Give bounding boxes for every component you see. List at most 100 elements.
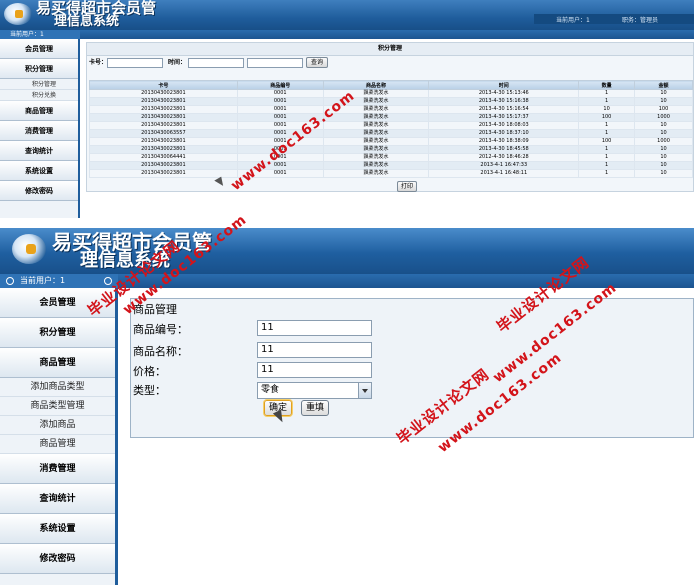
col-qty: 数量 [578,80,636,90]
goods-name-input[interactable]: 11 [257,342,372,358]
table-cell: 1 [578,169,636,178]
table-cell: 20130430023801 [89,105,238,114]
table-cell: 2013-4-30 15:16:54 [428,105,580,114]
table-header-row: 卡号 商品编号 商品名称 时间 数量 金额 [89,80,693,90]
sidebar-item-goods[interactable]: 商品管理 [0,348,115,378]
table-cell: 飘柔洗发水 [322,121,430,130]
current-user-text: 当前用户：1 [556,17,590,24]
search-button[interactable]: 查询 [306,57,328,68]
table-cell: 10 [634,161,693,170]
logo-icon [4,3,32,25]
table-row: 20130430023801 0001 飘柔洗发水 2013-4-30 15:17:3… [89,113,693,122]
table-cell: 20130430063557 [89,129,238,138]
table-cell: 10 [634,153,693,162]
sidebar-header-text: 当前用户：1 [20,276,66,285]
goods-code-input[interactable]: 11 [257,320,372,336]
table-cell: 1 [578,97,636,106]
table-cell: 2013-4-30 15:16:38 [428,97,580,106]
table-cell: 1 [578,121,636,130]
table-cell: 100 [634,105,693,114]
header-banner: 易买得超市会员管 理信息系统 当前用户：1 职务：管理员 [0,0,694,30]
time-end-input[interactable] [247,58,303,68]
sidebar-subitem-goods-type-manage[interactable]: 商品类型管理 [0,397,115,416]
goods-name-label: 商品名称： [133,345,188,358]
sidebar-item-goods[interactable]: 商品管理 [0,101,78,121]
sidebar-item-consumption[interactable]: 消费管理 [0,121,78,141]
table-row: 20130430023801 0001 飘柔洗发水 2013-4-30 15:16:3… [89,97,693,106]
sidebar-header: 当前用户：1 [0,30,80,39]
table-cell: 飘柔洗发水 [322,145,430,154]
table-cell: 20130430023801 [89,113,238,122]
sidebar-subitem-points-manage[interactable]: 积分管理 [0,79,78,90]
sidebar-item-password[interactable]: 修改密码 [0,544,115,574]
table-cell: 2012-4-30 18:46:28 [428,153,580,162]
table-cell: 10 [634,129,693,138]
table-cell: 20130430023801 [89,161,238,170]
sidebar: 会员管理 积分管理 商品管理 添加商品类型 商品类型管理 添加商品 商品管理 消… [0,288,118,585]
divider [0,218,694,228]
sidebar-item-settings[interactable]: 系统设置 [0,161,78,181]
price-input[interactable]: 11 [257,362,372,378]
table-cell: 1000 [634,113,693,122]
sidebar-item-password[interactable]: 修改密码 [0,181,78,201]
page-title: 积分管理 [87,43,693,56]
sidebar-subitem-add-goods[interactable]: 添加商品 [0,416,115,435]
sidebar-subitem-add-goods-type[interactable]: 添加商品类型 [0,378,115,397]
sidebar-item-statistics[interactable]: 查询统计 [0,484,115,514]
table-cell: 2013-4-30 18:08:03 [428,121,580,130]
table-cell: 飘柔洗发水 [322,129,430,138]
chevron-down-icon[interactable] [358,383,371,398]
table-cell: 1 [578,161,636,170]
sidebar-item-points[interactable]: 积分管理 [0,318,115,348]
table-row: 20130430023801 0001 飘柔洗发水 2013-4-1 16:47:33… [89,161,693,170]
table-cell: 10 [634,145,693,154]
col-name: 商品名称 [322,80,430,90]
table-row: 20130430064441 0001 飘柔洗发水 2012-4-30 18:46:2… [89,153,693,162]
sidebar-item-member[interactable]: 会员管理 [0,39,78,59]
card-label: 卡号： [89,59,108,66]
points-table: 卡号 商品编号 商品名称 时间 数量 金额 20130430023801 0001… [89,80,693,178]
table-cell: 2013-4-30 18:37:10 [428,129,580,138]
print-button[interactable]: 打印 [397,181,417,192]
table-cell: 2013-4-30 15:13:46 [428,89,580,98]
sidebar-item-statistics[interactable]: 查询统计 [0,141,78,161]
type-select[interactable]: 零食 [257,382,372,399]
table-cell: 0001 [236,105,324,114]
filter-bar: 卡号： 时间： 查询 [89,57,689,69]
time-start-input[interactable] [188,58,244,68]
type-label: 类型： [133,384,166,397]
table-row: 20130430023801 0001 飘柔洗发水 2013-4-30 18:38:0… [89,137,693,146]
sidebar-subitem-points-redeem[interactable]: 积分兑换 [0,90,78,101]
main-panel: 积分管理 卡号： 时间： 查询 卡号 商品编号 商品名称 时间 数量 金额 20… [86,42,694,192]
table-cell: 10 [634,97,693,106]
reset-button[interactable]: 重填 [301,400,329,416]
sidebar-item-consumption[interactable]: 消费管理 [0,454,115,484]
col-time: 时间 [428,80,580,90]
app-title-line1: 易买得超市会员管 [36,0,157,17]
col-card: 卡号 [89,80,238,90]
table-cell: 1000 [634,137,693,146]
table-cell: 2013-4-30 18:45:58 [428,145,580,154]
table-cell: 2013-4-30 18:38:09 [428,137,580,146]
sidebar-item-points[interactable]: 积分管理 [0,59,78,79]
table-cell: 飘柔洗发水 [322,153,430,162]
user-icon [6,277,14,285]
table-cell: 2013-4-30 15:17:37 [428,113,580,122]
table-cell: 2013-4-1 16:47:33 [428,161,580,170]
card-input[interactable] [107,58,163,68]
table-cell: 飘柔洗发水 [322,137,430,146]
table-cell: 20130430023801 [89,137,238,146]
table-cell: 2013-4-1 16:48:11 [428,169,580,178]
table-cell: 1 [578,89,636,98]
type-select-value: 零食 [261,385,280,395]
time-label: 时间： [168,59,187,66]
table-cell: 10 [634,121,693,130]
table-row: 20130430023801 0001 飘柔洗发水 2013-4-1 16:48:11… [89,169,693,178]
table-cell: 20130430023801 [89,169,238,178]
table-cell: 100 [578,137,636,146]
table-cell: 20130430023801 [89,89,238,98]
sidebar-item-settings[interactable]: 系统设置 [0,514,115,544]
sidebar-subitem-goods-manage[interactable]: 商品管理 [0,435,115,454]
col-amount: 金额 [634,80,693,90]
goods-code-label: 商品编号： [133,323,188,336]
